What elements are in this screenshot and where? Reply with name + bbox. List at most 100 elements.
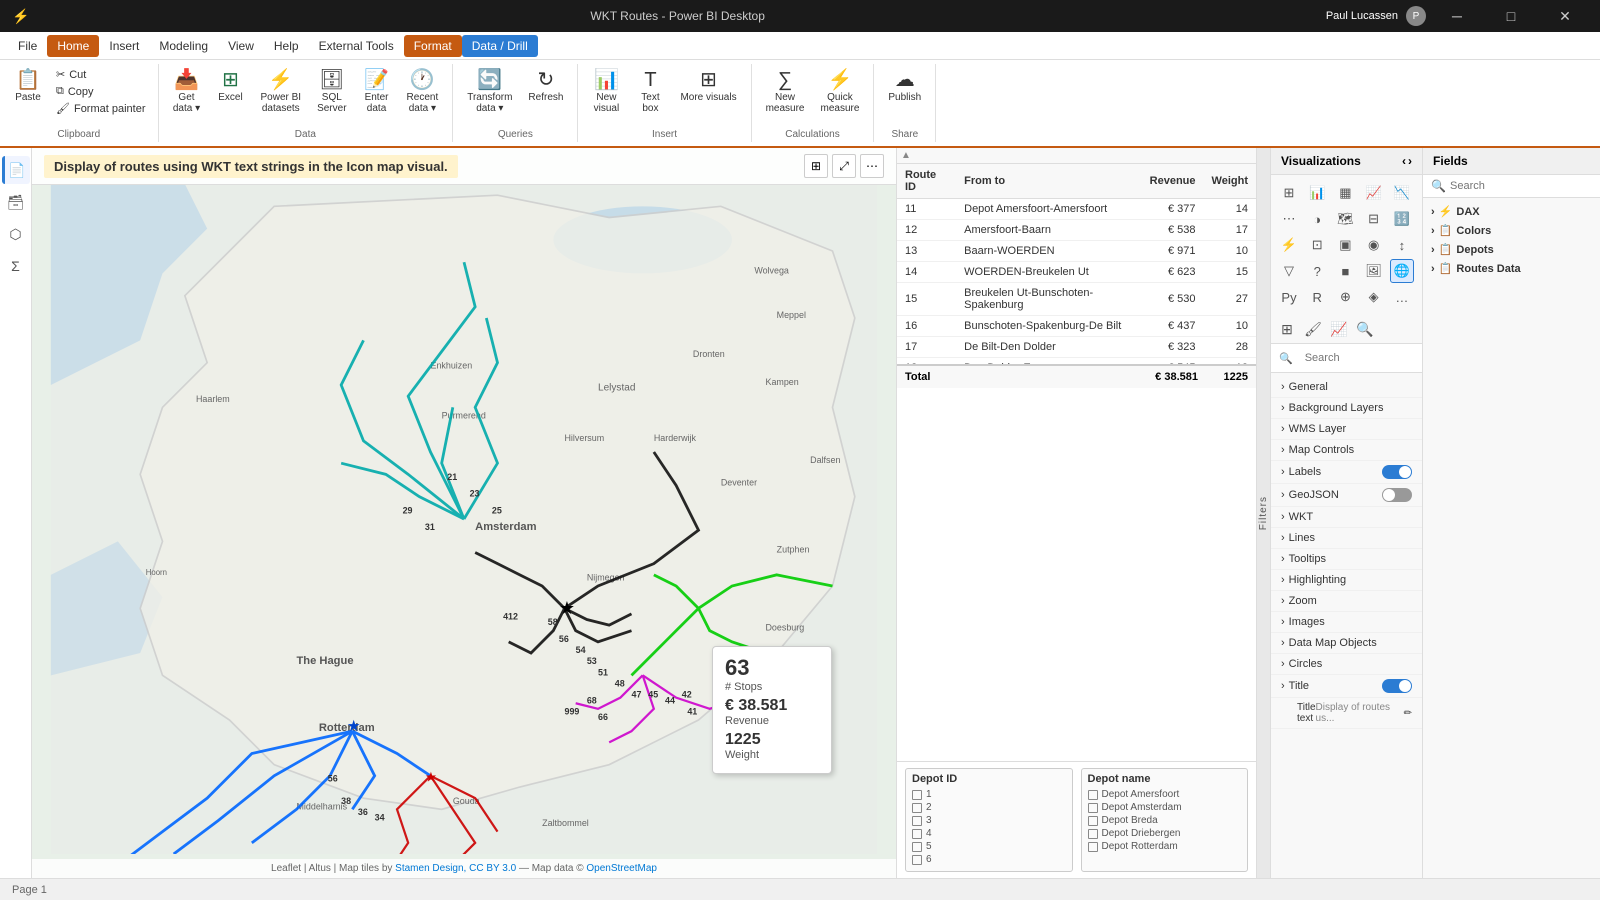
viz-icon-slicer[interactable]: ⊡	[1305, 233, 1329, 257]
labels-toggle[interactable]	[1382, 465, 1412, 479]
viz-icon-pie[interactable]: ◑	[1305, 207, 1329, 231]
col-weight[interactable]: Weight	[1204, 164, 1256, 199]
filter-tab-build[interactable]: ⊞	[1275, 317, 1299, 341]
viz-icon-treemap[interactable]: ▣	[1333, 233, 1357, 257]
fields-search-input[interactable]	[1450, 180, 1592, 192]
depot-id-item[interactable]: 3	[912, 815, 1066, 826]
refresh-button[interactable]: ↻ Refresh	[522, 66, 569, 107]
col-route-id[interactable]: Route ID	[897, 164, 956, 199]
table-row[interactable]: 17 De Bilt-Den Dolder € 323 28	[897, 337, 1256, 358]
viz-icon-line[interactable]: 📈	[1362, 181, 1386, 205]
viz-icon-matrix[interactable]: ⊟	[1362, 207, 1386, 231]
depot-name-checkbox[interactable]	[1088, 803, 1098, 813]
menu-help[interactable]: Help	[264, 35, 309, 57]
get-datasets-button[interactable]: 📥 Getdata ▾	[167, 66, 207, 118]
powerbi-datasets-button[interactable]: ⚡ Power BIdatasets	[255, 66, 308, 118]
table-row[interactable]: 12 Amersfoort-Baarn € 538 17	[897, 220, 1256, 241]
viz-icon-r[interactable]: R	[1305, 285, 1329, 309]
prop-title[interactable]: › Title	[1271, 675, 1422, 698]
depot-name-item[interactable]: Depot Breda	[1088, 815, 1242, 826]
new-measure-button[interactable]: ∑ Newmeasure	[760, 66, 811, 118]
table-row[interactable]: 14 WOERDEN-Breukelen Ut € 623 15	[897, 262, 1256, 283]
depot-name-item[interactable]: Depot Amsterdam	[1088, 802, 1242, 813]
prop-labels[interactable]: › Labels	[1271, 461, 1422, 484]
depot-id-checkbox[interactable]	[912, 803, 922, 813]
minimize-button[interactable]: ─	[1434, 0, 1480, 32]
viz-icon-area[interactable]: 📉	[1390, 181, 1414, 205]
viz-icon-card[interactable]: 🔢	[1390, 207, 1414, 231]
map-more-button[interactable]: ⋯	[860, 154, 884, 178]
viz-icon-qna[interactable]: ?	[1305, 259, 1329, 283]
depot-name-checkbox[interactable]	[1088, 816, 1098, 826]
title-toggle[interactable]	[1382, 679, 1412, 693]
sidebar-data-icon[interactable]: 🗃	[2, 188, 30, 216]
depot-name-checkbox[interactable]	[1088, 829, 1098, 839]
field-group-routes[interactable]: › 📋 Routes Data	[1423, 259, 1600, 278]
viz-icon-shape[interactable]: ■	[1333, 259, 1357, 283]
map-fullscreen-button[interactable]: ⤢	[832, 154, 856, 178]
col-from-to[interactable]: From to	[956, 164, 1142, 199]
prop-general[interactable]: › General	[1271, 377, 1422, 398]
depot-name-item[interactable]: Depot Rotterdam	[1088, 841, 1242, 852]
viz-icon-kpi[interactable]: ⚡	[1277, 233, 1301, 257]
filters-toggle[interactable]: Filters	[1256, 148, 1270, 878]
table-scroll[interactable]: Route ID From to Revenue Weight 11 Depot…	[897, 164, 1256, 364]
viz-icon-custom1[interactable]: ⊕	[1333, 285, 1357, 309]
title-text-edit-icon[interactable]: ✏	[1404, 708, 1412, 719]
depot-id-checkbox[interactable]	[912, 855, 922, 865]
menu-data-drill[interactable]: Data / Drill	[462, 35, 538, 57]
sidebar-model-icon[interactable]: ⬡	[2, 220, 30, 248]
depot-id-item[interactable]: 4	[912, 828, 1066, 839]
menu-view[interactable]: View	[218, 35, 264, 57]
stamen-link[interactable]: Stamen Design, CC BY 3.0	[395, 863, 516, 874]
recent-data-button[interactable]: 🕐 Recentdata ▾	[401, 66, 445, 118]
prop-tooltips[interactable]: › Tooltips	[1271, 549, 1422, 570]
geojson-toggle[interactable]	[1382, 488, 1412, 502]
viz-icon-scatter[interactable]: ⋯	[1277, 207, 1301, 231]
viz-icon-gauge[interactable]: ◉	[1362, 233, 1386, 257]
menu-file[interactable]: File	[8, 35, 47, 57]
copy-button[interactable]: ⧉ Copy	[52, 83, 150, 100]
new-visual-button[interactable]: 📊 Newvisual	[586, 66, 626, 118]
viz-icon-waterfall[interactable]: ↕	[1390, 233, 1414, 257]
viz-icon-funnel[interactable]: ▽	[1277, 259, 1301, 283]
prop-geojson[interactable]: › GeoJSON	[1271, 484, 1422, 507]
depot-id-checkbox[interactable]	[912, 842, 922, 852]
more-visuals-button[interactable]: ⊞ More visuals	[674, 66, 742, 107]
depot-id-item[interactable]: 2	[912, 802, 1066, 813]
format-painter-button[interactable]: 🖌 Format painter	[52, 100, 150, 117]
menu-modeling[interactable]: Modeling	[149, 35, 218, 57]
sidebar-report-icon[interactable]: 📄	[2, 156, 30, 184]
depot-id-item[interactable]: 6	[912, 854, 1066, 865]
depot-id-checkbox[interactable]	[912, 829, 922, 839]
prop-zoom[interactable]: › Zoom	[1271, 591, 1422, 612]
depot-name-checkbox[interactable]	[1088, 842, 1098, 852]
field-group-colors[interactable]: › 📋 Colors	[1423, 221, 1600, 240]
publish-button[interactable]: ☁ Publish	[882, 66, 927, 107]
table-row[interactable]: 13 Baarn-WOERDEN € 971 10	[897, 241, 1256, 262]
prop-bg-layers[interactable]: › Background Layers	[1271, 398, 1422, 419]
viz-icon-python[interactable]: Py	[1277, 285, 1301, 309]
enter-data-button[interactable]: 📝 Enterdata	[357, 66, 397, 118]
filter-tab-analytics[interactable]: 📈	[1327, 317, 1351, 341]
viz-icon-stacked-bar[interactable]: ▦	[1333, 181, 1357, 205]
nav-prev[interactable]: ‹	[1402, 154, 1406, 168]
maximize-button[interactable]: □	[1488, 0, 1534, 32]
cut-button[interactable]: ✂ Cut	[52, 66, 150, 83]
prop-lines[interactable]: › Lines	[1271, 528, 1422, 549]
prop-map-controls[interactable]: › Map Controls	[1271, 440, 1422, 461]
depot-name-checkbox[interactable]	[1088, 790, 1098, 800]
prop-data-map[interactable]: › Data Map Objects	[1271, 633, 1422, 654]
depot-name-item[interactable]: Depot Amersfoort	[1088, 789, 1242, 800]
menu-home[interactable]: Home	[47, 35, 99, 57]
menu-format[interactable]: Format	[404, 35, 462, 57]
table-sort-icon[interactable]: ▲	[901, 150, 911, 161]
prop-title-text[interactable]: Title text Display of routes us... ✏	[1271, 698, 1422, 729]
transform-button[interactable]: 🔄 Transformdata ▾	[461, 66, 518, 118]
prop-circles[interactable]: › Circles	[1271, 654, 1422, 675]
nav-next[interactable]: ›	[1408, 154, 1412, 168]
sidebar-dax-icon[interactable]: Σ	[2, 252, 30, 280]
viz-search-input[interactable]	[1297, 348, 1414, 368]
prop-wkt[interactable]: › WKT	[1271, 507, 1422, 528]
menu-external-tools[interactable]: External Tools	[309, 35, 404, 57]
